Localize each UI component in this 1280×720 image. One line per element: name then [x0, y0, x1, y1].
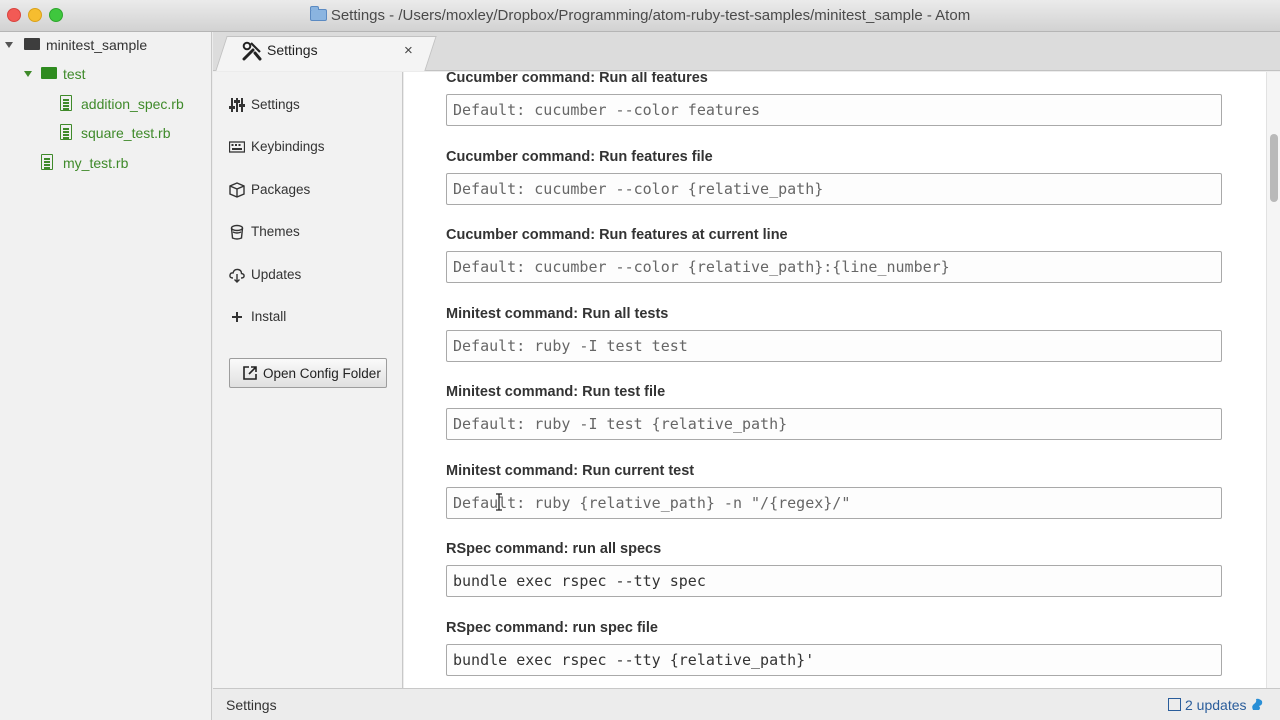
file-text-icon: [41, 154, 53, 170]
tree-item-label: minitest_sample: [46, 37, 148, 53]
setting-label: Minitest command: Run current test: [446, 463, 695, 479]
setting-label: Minitest command: Run all tests: [446, 306, 669, 322]
tree-item-my-test[interactable]: my_test.rb: [0, 152, 212, 174]
tree-item-addition-spec[interactable]: addition_spec.rb: [0, 93, 212, 115]
status-bar: Settings 2 updates: [213, 688, 1280, 720]
open-config-folder-button[interactable]: Open Config Folder: [229, 358, 387, 388]
setting-label: RSpec command: run spec file: [446, 620, 658, 636]
tree-item-minitest-sample[interactable]: minitest_sample: [0, 34, 212, 56]
scrollbar-thumb[interactable]: [1270, 134, 1278, 202]
setting-label: RSpec command: run all specs: [446, 541, 662, 557]
settings-panel: Cucumber command: Run all features Cucum…: [404, 72, 1266, 688]
setting-input-cucumber-all[interactable]: [446, 94, 1222, 126]
package-icon: [1168, 698, 1181, 711]
nav-item-label: Packages: [251, 182, 311, 197]
setting-input-minitest-all[interactable]: [446, 330, 1222, 362]
window-title: Settings - /Users/moxley/Dropbox/Program…: [330, 7, 971, 24]
nav-item-label: Updates: [251, 267, 302, 282]
file-text-icon: [60, 124, 72, 140]
tab-close-button[interactable]: ×: [404, 42, 413, 59]
chevron-down-icon[interactable]: [24, 71, 32, 77]
sliders-icon: [229, 98, 245, 112]
folder-icon: [309, 6, 327, 21]
open-config-folder-label: Open Config Folder: [263, 366, 381, 381]
status-bar-title: Settings: [226, 697, 277, 713]
settings-nav: Settings Keybindings Packages Themes Upd…: [213, 72, 403, 688]
squirrel-icon[interactable]: [1250, 697, 1264, 711]
window-title-wrap: Settings - /Users/moxley/Dropbox/Program…: [0, 6, 1280, 24]
plus-icon: [232, 312, 242, 322]
setting-input-cucumber-line[interactable]: [446, 251, 1222, 283]
setting-input-rspec-file[interactable]: [446, 644, 1222, 676]
setting-label: Minitest command: Run test file: [446, 384, 666, 400]
nav-item-label: Keybindings: [251, 139, 325, 154]
tree-item-label: my_test.rb: [63, 155, 129, 171]
paintcan-icon: [230, 224, 244, 240]
tree-item-test[interactable]: test: [0, 63, 212, 85]
package-updates-link[interactable]: 2 updates: [1168, 697, 1247, 713]
nav-item-label: Themes: [251, 224, 300, 239]
tree-item-label: test: [63, 66, 86, 82]
nav-item-label: Install: [251, 309, 287, 324]
link-external-icon: [243, 366, 257, 380]
setting-label: Cucumber command: Run features file: [446, 149, 713, 165]
tree-item-square-test[interactable]: square_test.rb: [0, 122, 212, 144]
tree-view: minitest_sample test addition_spec.rb sq…: [0, 32, 212, 720]
setting-input-rspec-all[interactable]: [446, 565, 1222, 597]
setting-input-minitest-current[interactable]: [446, 487, 1222, 519]
package-updates-label: 2 updates: [1185, 697, 1247, 713]
tab-bar: Settings ×: [213, 32, 1280, 71]
chevron-down-icon[interactable]: [5, 42, 13, 48]
folder-icon: [41, 67, 57, 79]
tree-item-label: addition_spec.rb: [81, 96, 184, 112]
setting-label: Cucumber command: Run all features: [446, 72, 708, 86]
tab-settings-label[interactable]: Settings: [267, 42, 318, 58]
setting-input-cucumber-file[interactable]: [446, 173, 1222, 205]
cloud-download-icon: [229, 268, 245, 283]
tree-item-label: square_test.rb: [81, 125, 171, 141]
package-icon: [229, 182, 245, 198]
keyboard-icon: [229, 141, 245, 153]
setting-label: Cucumber command: Run features at curren…: [446, 227, 788, 243]
file-text-icon: [60, 95, 72, 111]
tools-icon: [242, 41, 262, 61]
folder-icon: [24, 38, 40, 50]
setting-input-minitest-file[interactable]: [446, 408, 1222, 440]
window-titlebar: Settings - /Users/moxley/Dropbox/Program…: [0, 0, 1280, 32]
settings-scrollbar[interactable]: [1266, 72, 1280, 688]
nav-item-label: Settings: [251, 97, 300, 112]
text-cursor-icon: [496, 493, 502, 511]
